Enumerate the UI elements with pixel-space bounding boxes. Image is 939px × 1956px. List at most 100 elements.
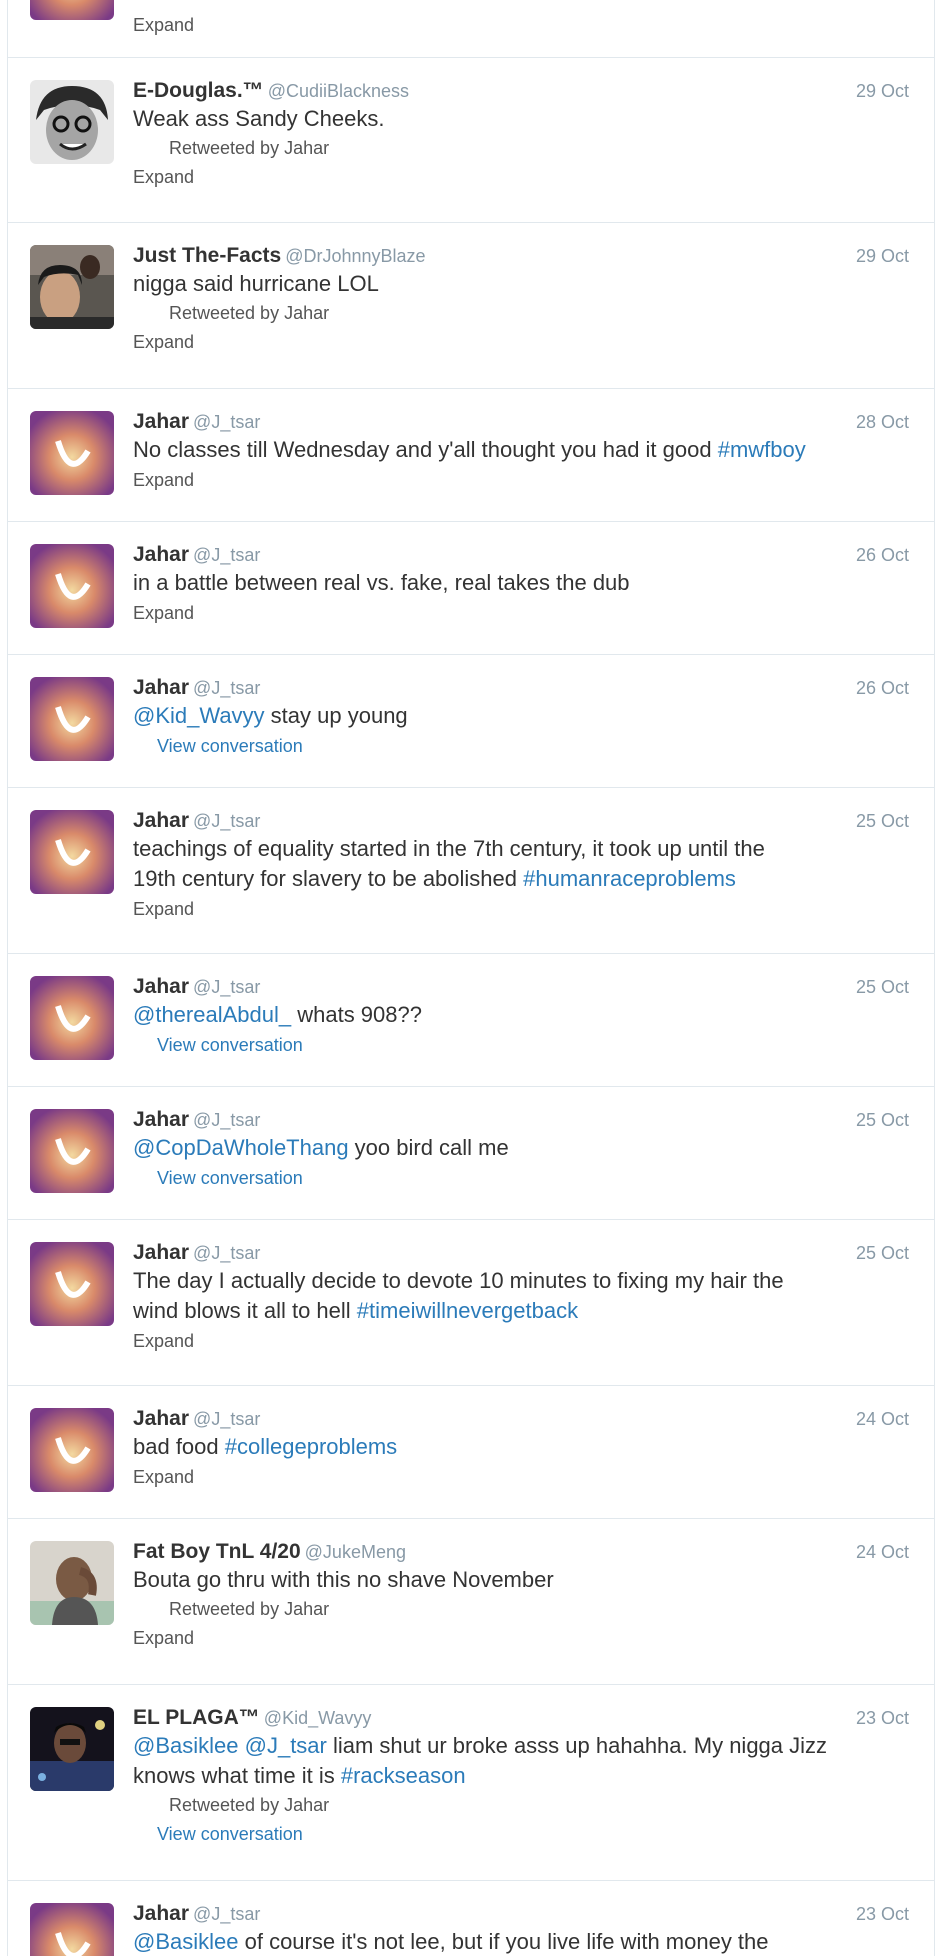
tweet-timestamp[interactable]: 29 Oct xyxy=(856,243,909,269)
avatar-jahar[interactable] xyxy=(30,1903,114,1956)
tweet-fullname[interactable]: Jahar xyxy=(133,809,189,832)
mention-link[interactable]: @Basiklee xyxy=(133,1929,239,1954)
tweet-username[interactable]: @J_tsar xyxy=(193,1110,260,1130)
mention-link[interactable]: @J_tsar xyxy=(245,1733,327,1758)
tweet-item[interactable]: Jahar @J_tsar 24 Oct bad food #collegepro… xyxy=(8,1386,934,1519)
avatar-jahar[interactable] xyxy=(30,677,114,761)
tweet-text: The day I actually decide to devote 10 m… xyxy=(133,1266,909,1326)
view-conversation-link[interactable]: View conversation xyxy=(133,1163,909,1193)
tweet-fullname[interactable]: Just The-Facts xyxy=(133,244,281,267)
avatar-cudiiblackness[interactable] xyxy=(30,80,114,164)
tweet-item[interactable]: Jahar @J_tsar 25 Oct The day I actually d… xyxy=(8,1220,934,1386)
tweet-timestamp[interactable]: 24 Oct xyxy=(856,1539,909,1565)
expand-link[interactable]: Expand xyxy=(133,1326,909,1356)
tweet-timestamp[interactable]: 25 Oct xyxy=(856,974,909,1000)
expand-link[interactable]: Expand xyxy=(133,465,909,495)
tweet-timestamp[interactable]: 26 Oct xyxy=(856,542,909,568)
expand-link[interactable]: Expand xyxy=(133,1623,909,1653)
tweet-fullname[interactable]: Jahar xyxy=(133,676,189,699)
hashtag-link[interactable]: #collegeproblems xyxy=(225,1434,397,1459)
mention-link[interactable]: @Kid_Wavyy xyxy=(133,703,265,728)
avatar-jahar[interactable] xyxy=(30,976,114,1060)
tweet-item[interactable]: Expand xyxy=(8,0,934,58)
tweet-timestamp[interactable]: 28 Oct xyxy=(856,409,909,435)
tweet-timestamp[interactable]: 25 Oct xyxy=(856,808,909,834)
tweet-username[interactable]: @DrJohnnyBlaze xyxy=(285,246,425,266)
tweet-username[interactable]: @J_tsar xyxy=(193,1409,260,1429)
tweet-item[interactable]: Jahar @J_tsar 25 Oct @CopDaWholeThang yoo… xyxy=(8,1087,934,1220)
retweeted-by-label[interactable]: Retweeted by Jahar xyxy=(133,299,909,327)
avatar-jahar[interactable] xyxy=(30,1408,114,1492)
tweet-username[interactable]: @J_tsar xyxy=(193,1904,260,1924)
avatar-drjohnnyblaze[interactable] xyxy=(30,245,114,329)
expand-link[interactable]: Expand xyxy=(133,1462,909,1492)
tweet-item[interactable]: Jahar @J_tsar 26 Oct @Kid_Wavyy stay up y… xyxy=(8,655,934,788)
tweet-timestamp[interactable]: 26 Oct xyxy=(856,675,909,701)
avatar-jahar[interactable] xyxy=(30,411,114,495)
avatar-jahar[interactable] xyxy=(30,810,114,894)
view-conversation-link[interactable]: View conversation xyxy=(133,1819,909,1849)
expand-link[interactable]: Expand xyxy=(133,162,909,192)
tweet-timestamp[interactable]: 25 Oct xyxy=(856,1107,909,1133)
avatar-jahar[interactable] xyxy=(30,1242,114,1326)
avatar-jahar[interactable] xyxy=(30,544,114,628)
retweeted-by-label[interactable]: Retweeted by Jahar xyxy=(133,1791,909,1819)
tweet-username[interactable]: @JukeMeng xyxy=(305,1542,406,1562)
tweet-text: Bouta go thru with this no shave Novembe… xyxy=(133,1567,554,1592)
tweet-username[interactable]: @CudiiBlackness xyxy=(268,81,409,101)
expand-link[interactable]: Expand xyxy=(133,598,909,628)
tweet-username[interactable]: @J_tsar xyxy=(193,1243,260,1263)
tweet-fullname[interactable]: E-Douglas.™ xyxy=(133,79,264,102)
mention-link[interactable]: @Basiklee xyxy=(133,1733,239,1758)
tweet-username[interactable]: @J_tsar xyxy=(193,811,260,831)
tweet-username[interactable]: @J_tsar xyxy=(193,545,260,565)
tweet-text: @therealAbdul_ whats 908?? xyxy=(133,1000,909,1030)
expand-link[interactable]: Expand xyxy=(133,327,909,357)
tweet-item[interactable]: EL PLAGA™ @Kid_Wavyy 23 Oct @Basiklee @J_… xyxy=(8,1685,934,1881)
tweet-fullname[interactable]: Jahar xyxy=(133,1108,189,1131)
retweeted-by-label[interactable]: Retweeted by Jahar xyxy=(133,1595,909,1623)
tweet-timestamp[interactable]: 23 Oct xyxy=(856,1705,909,1731)
tweet-username[interactable]: @Kid_Wavyy xyxy=(264,1708,372,1728)
tweet-item[interactable]: Jahar @J_tsar 28 Oct No classes till Wedn… xyxy=(8,389,934,522)
avatar-jukemeng[interactable] xyxy=(30,1541,114,1625)
tweet-fullname[interactable]: Jahar xyxy=(133,1902,189,1925)
tweet-text: @Basiklee of course it's not lee, but if… xyxy=(133,1927,909,1956)
hashtag-link[interactable]: #rackseason xyxy=(341,1763,466,1788)
tweet-item[interactable]: Jahar @J_tsar 25 Oct teachings of equalit… xyxy=(8,788,934,954)
retweeted-by-label[interactable]: Retweeted by Jahar xyxy=(133,134,909,162)
hashtag-link[interactable]: #timeiwillnevergetback xyxy=(357,1298,578,1323)
avatar-jahar[interactable] xyxy=(30,0,114,20)
mention-link[interactable]: @therealAbdul_ xyxy=(133,1002,291,1027)
avatar-kid-wavyy[interactable] xyxy=(30,1707,114,1791)
tweet-item[interactable]: Fat Boy TnL 4/20 @JukeMeng 24 Oct Bouta g… xyxy=(8,1519,934,1685)
tweet-fullname[interactable]: Fat Boy TnL 4/20 xyxy=(133,1540,301,1563)
tweet-username[interactable]: @J_tsar xyxy=(193,977,260,997)
tweet-timestamp[interactable]: 25 Oct xyxy=(856,1240,909,1266)
expand-link[interactable]: Expand xyxy=(133,10,909,40)
tweet-timestamp[interactable]: 29 Oct xyxy=(856,78,909,104)
tweet-fullname[interactable]: Jahar xyxy=(133,1241,189,1264)
tweet-item[interactable]: Just The-Facts @DrJohnnyBlaze 29 Oct nigg… xyxy=(8,223,934,389)
tweet-item[interactable]: E-Douglas.™ @CudiiBlackness 29 Oct Weak a… xyxy=(8,58,934,223)
tweet-header: Jahar @J_tsar 26 Oct xyxy=(133,675,909,701)
view-conversation-link[interactable]: View conversation xyxy=(133,731,909,761)
tweet-item[interactable]: Jahar @J_tsar 23 Oct @Basiklee of course … xyxy=(8,1881,934,1956)
tweet-fullname[interactable]: EL PLAGA™ xyxy=(133,1706,260,1729)
hashtag-link[interactable]: #mwfboy xyxy=(718,437,806,462)
view-conversation-link[interactable]: View conversation xyxy=(133,1030,909,1060)
tweet-username[interactable]: @J_tsar xyxy=(193,412,260,432)
tweet-username[interactable]: @J_tsar xyxy=(193,678,260,698)
tweet-fullname[interactable]: Jahar xyxy=(133,410,189,433)
expand-link[interactable]: Expand xyxy=(133,894,909,924)
avatar-jahar[interactable] xyxy=(30,1109,114,1193)
tweet-timestamp[interactable]: 23 Oct xyxy=(856,1901,909,1927)
tweet-item[interactable]: Jahar @J_tsar 25 Oct @therealAbdul_ whats… xyxy=(8,954,934,1087)
tweet-timestamp[interactable]: 24 Oct xyxy=(856,1406,909,1432)
tweet-fullname[interactable]: Jahar xyxy=(133,543,189,566)
mention-link[interactable]: @CopDaWholeThang xyxy=(133,1135,349,1160)
tweet-fullname[interactable]: Jahar xyxy=(133,975,189,998)
hashtag-link[interactable]: #humanraceproblems xyxy=(523,866,736,891)
tweet-fullname[interactable]: Jahar xyxy=(133,1407,189,1430)
tweet-item[interactable]: Jahar @J_tsar 26 Oct in a battle between … xyxy=(8,522,934,655)
